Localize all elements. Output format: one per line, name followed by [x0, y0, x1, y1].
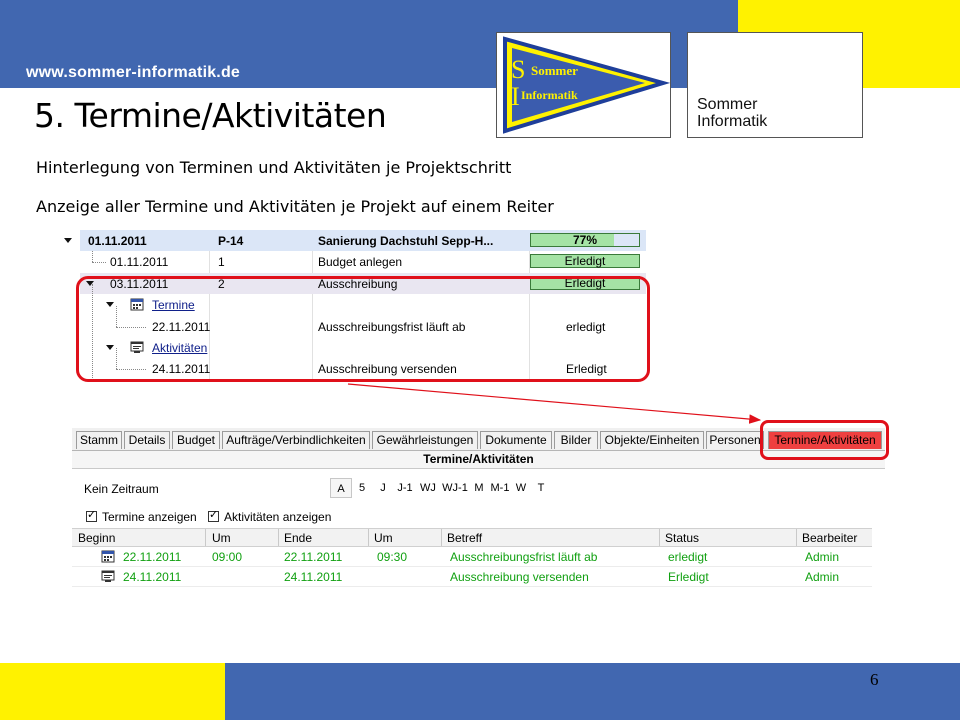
- cell-status: erledigt: [668, 550, 708, 564]
- bottom-yellow-band: [0, 663, 225, 720]
- tree-connector: [92, 251, 93, 262]
- step-1-date: 01.11.2011: [110, 255, 169, 269]
- cell-betreff: Ausschreibungsfrist läuft ab: [450, 550, 598, 564]
- column-header-status[interactable]: Status: [665, 531, 699, 545]
- project-date: 01.11.2011: [88, 234, 147, 248]
- grid-header: Beginn Um Ende Um Betreff Status Bearbei…: [72, 528, 872, 547]
- table-row[interactable]: 24.11.2011 24.11.2011 Ausschreibung vers…: [72, 566, 872, 587]
- column-separator: [441, 529, 442, 546]
- pennant-logo: S Sommer I Informatik: [496, 32, 671, 138]
- text-logo-line1: Sommer: [697, 96, 758, 113]
- period-button-5[interactable]: 5: [356, 478, 368, 498]
- checkbox-aktivitaeten-label[interactable]: Aktivitäten anzeigen: [224, 510, 331, 524]
- site-url[interactable]: www.sommer-informatik.de: [26, 64, 240, 82]
- bottom-blue-band: [225, 663, 960, 720]
- calendar-icon: [101, 550, 115, 563]
- step-1-nr: 1: [218, 255, 225, 269]
- tab-dokumente[interactable]: Dokumente: [480, 431, 552, 449]
- period-button-j[interactable]: J: [377, 478, 389, 498]
- column-separator: [659, 529, 660, 546]
- svg-text:Informatik: Informatik: [521, 88, 578, 102]
- period-button-w[interactable]: W: [514, 478, 528, 498]
- highlight-frame-tab: [760, 420, 889, 460]
- tree-row-project[interactable]: 01.11.2011 P-14 Sanierung Dachstuhl Sepp…: [64, 230, 646, 251]
- column-header-bearbeiter[interactable]: Bearbeiter: [802, 531, 857, 545]
- period-button-t[interactable]: T: [535, 478, 547, 498]
- description-line-1: Hinterlegung von Terminen und Aktivitäte…: [36, 158, 512, 177]
- zeitraum-label: Kein Zeitraum: [84, 482, 159, 496]
- column-separator: [278, 529, 279, 546]
- cell-bearbeiter: Admin: [805, 570, 840, 584]
- tab-details[interactable]: Details: [124, 431, 170, 449]
- period-button-j-1[interactable]: J-1: [394, 478, 416, 498]
- tab-gewaehrleistungen[interactable]: Gewährleistungen: [372, 431, 478, 449]
- cell-bearbeiter: Admin: [805, 550, 840, 564]
- cell-betreff: Ausschreibung versenden: [450, 570, 589, 584]
- period-button-a[interactable]: A: [330, 478, 352, 498]
- column-separator: [205, 529, 206, 546]
- cell-beginn: 22.11.2011: [123, 550, 182, 564]
- cell-ende: 24.11.2011: [284, 570, 343, 584]
- step-1-name: Budget anlegen: [318, 255, 403, 269]
- tab-bilder[interactable]: Bilder: [554, 431, 598, 449]
- period-button-m[interactable]: M: [471, 478, 487, 498]
- description-line-2: Anzeige aller Termine und Aktivitäten je…: [36, 197, 554, 216]
- project-progress-label: 77%: [572, 233, 598, 247]
- column-header-um-2[interactable]: Um: [374, 531, 393, 545]
- project-name: Sanierung Dachstuhl Sepp-H...: [318, 234, 494, 248]
- highlight-frame-tree: [76, 276, 650, 382]
- pennant-logo-graphic: S Sommer I Informatik: [503, 36, 671, 134]
- checkmark-icon: ✓: [209, 509, 219, 521]
- period-button-m-1[interactable]: M-1: [487, 478, 513, 498]
- svg-text:Sommer: Sommer: [531, 63, 578, 78]
- slide-title: 5. Termine/Aktivitäten: [34, 96, 387, 135]
- svg-text:S: S: [511, 55, 525, 84]
- tree-row-step-1[interactable]: 01.11.2011 1 Budget anlegen Erledigt: [80, 251, 646, 272]
- tab-objekte[interactable]: Objekte/Einheiten: [600, 431, 704, 449]
- expand-triangle-icon[interactable]: [64, 238, 72, 243]
- column-separator: [796, 529, 797, 546]
- tab-auftraege[interactable]: Aufträge/Verbindlichkeiten: [222, 431, 370, 449]
- activity-icon: [101, 570, 115, 582]
- table-row[interactable]: 22.11.2011 09:00 22.11.2011 09:30 Aussch…: [72, 546, 872, 567]
- period-button-wj-1[interactable]: WJ-1: [439, 478, 471, 498]
- svg-text:I: I: [511, 82, 520, 111]
- checkbox-termine-label[interactable]: Termine anzeigen: [102, 510, 197, 524]
- column-header-betreff[interactable]: Betreff: [447, 531, 482, 545]
- column-header-ende[interactable]: Ende: [284, 531, 312, 545]
- cell-um: 09:00: [212, 550, 243, 564]
- text-logo-label: Sommer Informatik: [697, 96, 767, 130]
- column-header-um[interactable]: Um: [212, 531, 231, 545]
- checkmark-icon: ✓: [87, 509, 97, 521]
- tree-connector: [92, 262, 106, 263]
- cell-status: Erledigt: [668, 570, 709, 584]
- step-1-status: Erledigt: [564, 254, 606, 268]
- tab-personen[interactable]: Personen: [706, 431, 764, 449]
- page-number: 6: [870, 670, 879, 689]
- text-logo-line2: Informatik: [697, 113, 768, 130]
- cell-beginn: 24.11.2011: [123, 570, 182, 584]
- project-code: P-14: [218, 234, 244, 248]
- cell-um-2: 09:30: [377, 550, 408, 564]
- period-button-wj[interactable]: WJ: [418, 478, 438, 498]
- cell-ende: 22.11.2011: [284, 550, 343, 564]
- project-progress-bar: 77%: [530, 233, 640, 247]
- column-header-beginn[interactable]: Beginn: [78, 531, 115, 545]
- step-1-status-bar: Erledigt: [530, 254, 640, 268]
- column-separator: [368, 529, 369, 546]
- tab-budget[interactable]: Budget: [172, 431, 220, 449]
- tab-stamm[interactable]: Stamm: [76, 431, 122, 449]
